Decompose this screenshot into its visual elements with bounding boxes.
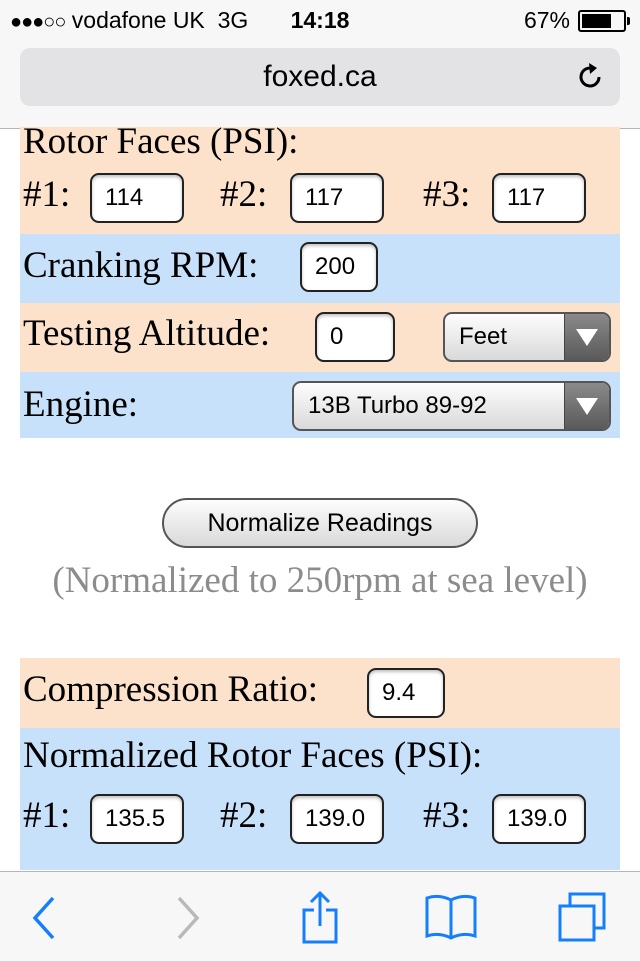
battery-icon bbox=[578, 9, 630, 32]
compression-ratio-input[interactable]: 9.4 bbox=[367, 668, 445, 718]
normalized-rotor-3-input[interactable]: 139.0 bbox=[492, 794, 586, 844]
status-bar: ●●●○○ vodafone UK 3G 14:18 67% bbox=[0, 0, 640, 40]
altitude-unit-select[interactable]: Feet bbox=[443, 312, 611, 362]
bookmarks-icon[interactable] bbox=[421, 890, 481, 946]
compression-ratio-row: Compression Ratio: 9.4 bbox=[20, 658, 620, 728]
tabs-icon[interactable] bbox=[552, 890, 612, 946]
altitude-unit-value: Feet bbox=[459, 323, 508, 350]
engine-label: Engine: bbox=[23, 384, 139, 425]
browser-toolbar bbox=[0, 871, 640, 961]
rotor-3-label: #3: bbox=[423, 174, 471, 215]
testing-altitude-label: Testing Altitude: bbox=[23, 313, 271, 354]
battery-info: 67% bbox=[523, 7, 630, 34]
url-text[interactable]: foxed.ca bbox=[20, 60, 620, 94]
rotor-faces-label: Rotor Faces (PSI): bbox=[23, 121, 299, 162]
cranking-rpm-label: Cranking RPM: bbox=[23, 245, 259, 286]
normalize-readings-button[interactable]: Normalize Readings bbox=[162, 498, 478, 548]
cranking-rpm-row: Cranking RPM: 200 bbox=[20, 234, 620, 303]
normalized-rotor-1-label: #1: bbox=[23, 795, 71, 836]
normalize-note: (Normalized to 250rpm at sea level) bbox=[52, 560, 588, 601]
engine-row: Engine: 13B Turbo 89-92 bbox=[20, 372, 620, 438]
normalized-rotor-2-label: #2: bbox=[220, 795, 268, 836]
rotor-faces-section: Rotor Faces (PSI): #1: 114 #2: 117 #3: 1… bbox=[20, 121, 620, 234]
normalized-rotor-1-input[interactable]: 135.5 bbox=[90, 794, 184, 844]
normalized-rotor-3-label: #3: bbox=[423, 795, 471, 836]
normalized-rotor-2-input[interactable]: 139.0 bbox=[290, 794, 384, 844]
normalized-rotor-faces-label: Normalized Rotor Faces (PSI): bbox=[23, 735, 483, 776]
testing-altitude-row: Testing Altitude: 0 Feet bbox=[20, 303, 620, 372]
chevron-down-icon bbox=[564, 383, 609, 429]
rotor-1-input[interactable]: 114 bbox=[90, 173, 184, 223]
rotor-1-label: #1: bbox=[23, 174, 71, 215]
engine-value: 13B Turbo 89-92 bbox=[308, 392, 487, 419]
cranking-rpm-input[interactable]: 200 bbox=[300, 242, 378, 292]
back-icon[interactable] bbox=[15, 890, 75, 946]
rotor-2-label: #2: bbox=[220, 174, 268, 215]
battery-percent: 67% bbox=[523, 7, 570, 33]
compression-ratio-label: Compression Ratio: bbox=[23, 669, 318, 710]
chevron-down-icon bbox=[564, 314, 609, 360]
forward-icon[interactable] bbox=[157, 890, 217, 946]
rotor-2-input[interactable]: 117 bbox=[290, 173, 384, 223]
share-icon[interactable] bbox=[290, 890, 350, 946]
engine-select[interactable]: 13B Turbo 89-92 bbox=[292, 381, 611, 431]
address-bar: foxed.ca bbox=[0, 40, 640, 129]
testing-altitude-input[interactable]: 0 bbox=[315, 312, 395, 362]
rotor-3-input[interactable]: 117 bbox=[492, 173, 586, 223]
url-field[interactable]: foxed.ca bbox=[20, 48, 620, 106]
reload-icon[interactable] bbox=[574, 61, 606, 93]
normalized-rotor-faces-section: Normalized Rotor Faces (PSI): #1: 135.5 … bbox=[20, 728, 620, 870]
